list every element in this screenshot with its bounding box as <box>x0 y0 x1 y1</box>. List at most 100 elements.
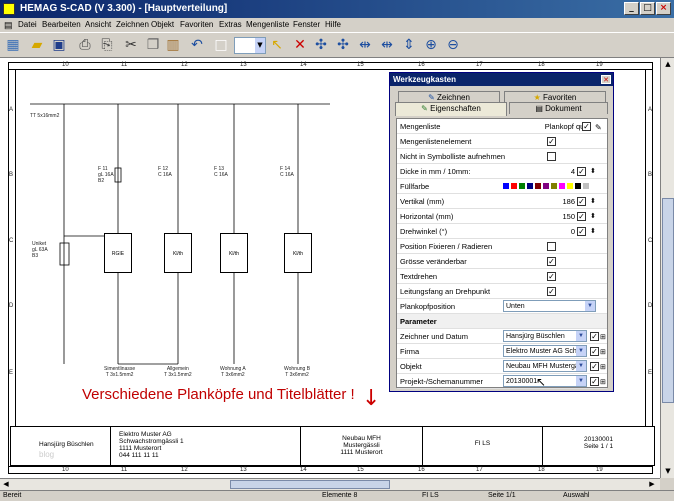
drawing-icon[interactable]: ▦ <box>2 35 24 56</box>
menu-objekt[interactable]: Objekt <box>151 18 174 32</box>
color-swatch[interactable] <box>527 183 533 189</box>
print-icon[interactable]: ⎙ <box>74 35 96 56</box>
plankopfposition-select[interactable]: Unten ▼ <box>503 300 596 312</box>
checkbox[interactable]: ✓ <box>547 272 556 281</box>
copy-icon[interactable]: ❐ <box>142 35 164 56</box>
close-button[interactable]: × <box>656 2 671 15</box>
property-row: Mengenliste Plankopf quer ✓ ✎ <box>397 119 607 134</box>
dropdown-icon[interactable]: ▼ <box>234 37 266 54</box>
firma-select[interactable]: Elektro Muster AG Sch ▼ <box>503 345 587 357</box>
menu-fenster[interactable]: Fenster <box>293 18 320 32</box>
maximize-button[interactable]: □ <box>640 2 655 15</box>
scroll-down-icon[interactable]: ▼ <box>662 465 674 477</box>
checkbox[interactable]: ✓ <box>547 287 556 296</box>
open-folder-icon[interactable]: ▰ <box>26 35 48 56</box>
tab-dokument[interactable]: ▤ Dokument <box>509 102 608 114</box>
cut-icon[interactable]: ✂ <box>120 35 142 56</box>
paste-icon[interactable]: ▥ <box>162 35 184 56</box>
panel-close-button[interactable]: ✕ <box>601 75 611 84</box>
color-swatch[interactable] <box>543 183 549 189</box>
color-swatch[interactable] <box>583 183 589 189</box>
checkbox[interactable] <box>547 242 556 251</box>
checkbox[interactable]: ✓ <box>590 332 599 341</box>
checkbox[interactable]: ✓ <box>590 377 599 386</box>
checkbox[interactable]: ✓ <box>577 212 586 221</box>
tool-f-icon[interactable]: ⇕ <box>398 35 420 56</box>
color-swatch[interactable] <box>535 183 541 189</box>
schematic-label: F 11 gL 16A B2 <box>98 166 114 184</box>
menu-zeichnen[interactable]: Zeichnen <box>116 18 149 32</box>
blank-icon[interactable]: □ <box>210 35 232 56</box>
menu-mengenliste[interactable]: Mengenliste <box>246 18 289 32</box>
grid-icon[interactable]: ⊞ <box>600 345 606 360</box>
stepper-icon[interactable]: ⬍ <box>590 194 596 209</box>
grid-icon[interactable]: ⊞ <box>600 330 606 345</box>
undo-icon[interactable]: ↶ <box>186 35 208 56</box>
objekt-select[interactable]: Neubau MFH Mustergä ▼ <box>503 360 587 372</box>
checkbox[interactable]: ✓ <box>577 197 586 206</box>
stepper-icon[interactable]: ⬍ <box>590 164 596 179</box>
grid-icon[interactable]: ⊞ <box>600 360 606 375</box>
schematic-label: F 14 C 16A <box>280 166 294 178</box>
pointer-icon[interactable]: ↖ <box>266 35 288 56</box>
tool-e-icon[interactable]: ⇹ <box>376 35 398 56</box>
save-icon[interactable]: ▣ <box>48 35 70 56</box>
menu-datei[interactable]: Datei <box>18 18 37 32</box>
checkbox[interactable]: ✓ <box>547 137 556 146</box>
zoom-in-icon[interactable]: ⊕ <box>420 35 442 56</box>
ruler-col-12: 12 <box>181 467 188 473</box>
checkbox[interactable]: ✓ <box>582 122 591 131</box>
scroll-left-icon[interactable]: ◀ <box>0 479 12 490</box>
color-swatch[interactable] <box>567 183 573 189</box>
edit-icon[interactable]: ✎ <box>595 120 602 135</box>
color-swatch[interactable] <box>551 183 557 189</box>
scroll-up-icon[interactable]: ▲ <box>662 58 674 70</box>
vertical-scrollbar[interactable]: ▲ ▼ <box>660 58 674 478</box>
scroll-thumb[interactable] <box>662 198 674 403</box>
tab-favoriten[interactable]: ★ Favoriten <box>504 91 606 102</box>
checkbox[interactable]: ✓ <box>577 227 586 236</box>
menu-ansicht[interactable]: Ansicht <box>85 18 111 32</box>
tool-b-icon[interactable]: ✣ <box>310 35 332 56</box>
color-swatch[interactable] <box>519 183 525 189</box>
color-swatch[interactable] <box>575 183 581 189</box>
property-value[interactable]: 186 <box>507 194 575 209</box>
property-value[interactable]: 150 <box>507 209 575 224</box>
stepper-icon[interactable]: ⬍ <box>590 209 596 224</box>
checkbox[interactable]: ✓ <box>547 257 556 266</box>
minimize-button[interactable]: _ <box>624 2 639 15</box>
zoom-out-icon[interactable]: ⊖ <box>442 35 464 56</box>
color-swatch[interactable] <box>559 183 565 189</box>
tool-c-icon[interactable]: ✣ <box>332 35 354 56</box>
property-value[interactable]: 4 <box>507 164 575 179</box>
menu-extras[interactable]: Extras <box>219 18 242 32</box>
color-swatch[interactable] <box>503 183 509 189</box>
scroll-thumb[interactable] <box>230 480 390 489</box>
menu-bearbeiten[interactable]: Bearbeiten <box>42 18 81 32</box>
checkbox[interactable]: ✓ <box>577 167 586 176</box>
stepper-icon[interactable]: ⬍ <box>590 224 596 239</box>
tool-a-icon[interactable]: ✕ <box>289 35 311 56</box>
checkbox[interactable] <box>547 152 556 161</box>
tab-zeichnen[interactable]: ✎ Zeichnen <box>398 91 500 102</box>
menu-favoriten[interactable]: Favoriten <box>180 18 213 32</box>
ruler-col-16: 16 <box>418 62 425 68</box>
menu-hilfe[interactable]: Hilfe <box>325 18 341 32</box>
color-swatch[interactable] <box>511 183 517 189</box>
drawer-name: Hansjürg Büschlen <box>39 441 94 448</box>
checkbox[interactable]: ✓ <box>590 362 599 371</box>
doc-icon[interactable]: ▤ <box>4 18 13 32</box>
checkbox[interactable]: ✓ <box>590 347 599 356</box>
property-value[interactable]: 0 <box>507 224 575 239</box>
chevron-down-icon: ▼ <box>576 331 586 341</box>
scroll-right-icon[interactable]: ▶ <box>646 479 658 490</box>
grid-icon[interactable]: ⊞ <box>600 375 606 390</box>
property-row: Horizontal (mm) 150 ✓ ⬍ <box>397 209 607 224</box>
zeichner-select[interactable]: Hansjürg Büschlen ▼ <box>503 330 587 342</box>
schematic-drawing <box>30 103 330 365</box>
window-title: HEMAG S-CAD (V 3.300) - [Hauptverteilung… <box>20 3 228 14</box>
tool-d-icon[interactable]: ⇹ <box>354 35 376 56</box>
tab-eigenschaften[interactable]: ✎ Eigenschaften <box>395 102 507 116</box>
print-preview-icon[interactable]: ⎘ <box>96 35 118 56</box>
horizontal-scrollbar[interactable]: ◀ ▶ <box>0 478 660 490</box>
